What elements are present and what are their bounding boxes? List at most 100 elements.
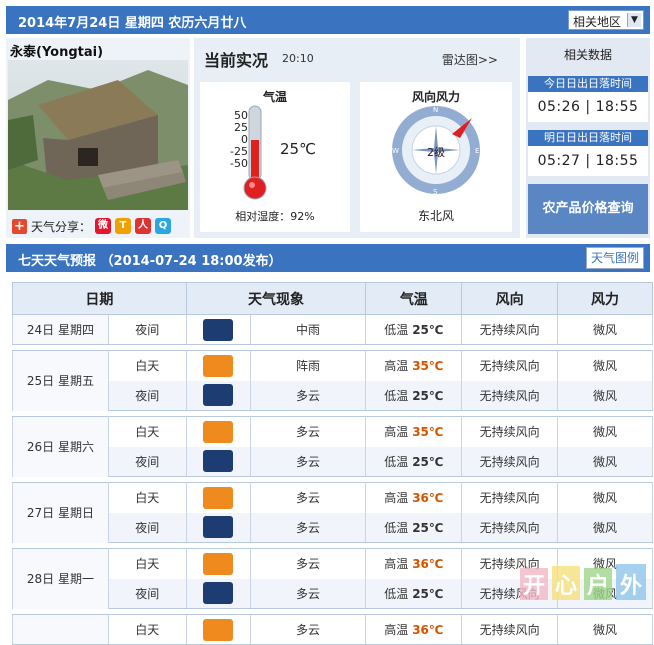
forecast-icon-cell [185, 614, 251, 645]
current-date: 2014年7月24日 星期四 农历六月廿八 [18, 16, 247, 31]
region-select[interactable]: 相关地区 ▼ [568, 10, 644, 30]
forecast-weather: 多云 [249, 380, 367, 411]
forecast-row: 24日 星期四 夜间 中雨 低温 25℃ 无持续风向 微风 [12, 314, 653, 345]
related-data-panel: 相关数据 今日日出日落时间 05:26 | 18:55 明日日出日落时间 05:… [526, 38, 650, 238]
forecast-period: 夜间 [107, 578, 187, 609]
forecast-temp: 高温 36℃ [365, 482, 463, 513]
forecast-date: 26日 星期六 [12, 416, 109, 477]
forecast-icon-cell [185, 416, 251, 447]
cloudy-night-icon [203, 384, 234, 407]
cloudy-night-icon [203, 516, 234, 539]
forecast-title: 七天天气预报 （2014-07-24 18:00发布） [18, 254, 282, 269]
forecast-row: 26日 星期六 白天 多云 高温 35℃ 无持续风向 微风 [12, 416, 653, 477]
wind-box: 风向风力 N E S W 2级 东北风 [360, 82, 512, 232]
forecast-wind-dir: 无持续风向 [461, 482, 559, 513]
forecast-date: 28日 星期一 [12, 548, 109, 609]
forecast-period: 夜间 [107, 314, 187, 345]
forecast-icon-cell [185, 446, 251, 477]
svg-text:N: N [433, 106, 438, 114]
now-time: 20:10 [282, 52, 314, 65]
forecast-weather: 多云 [249, 512, 367, 543]
forecast-wind-dir: 无持续风向 [461, 512, 559, 543]
forecast-icon-cell [185, 548, 251, 579]
forecast-temp: 低温 25℃ [365, 380, 463, 411]
watermark-char: 心 [555, 574, 577, 599]
chevron-down-icon: ▼ [627, 13, 641, 27]
col-date: 日期 [12, 282, 187, 315]
shower-icon [203, 354, 234, 377]
forecast-row: 夜间 多云低温25℃无持续风向微风 [13, 446, 653, 477]
share-bar: + 天气分享： 微 T 人 Q [12, 216, 172, 236]
forecast-wind-dir: 无持续风向 [461, 446, 559, 477]
cloudy-night-icon [203, 450, 234, 473]
wind-direction: 东北风 [417, 209, 454, 223]
cloudy-day-icon [203, 486, 234, 509]
forecast-row: 25日 星期五 白天 阵雨 高温 35℃ 无持续风向 微风 [12, 350, 653, 411]
moderate-rain-icon [203, 318, 234, 341]
forecast-row: 白天 多云 高温 36℃ 无持续风向 微风 [12, 614, 653, 645]
forecast-weather: 阵雨 [249, 350, 367, 381]
cloudy-night-icon [203, 582, 234, 605]
city-name: 永泰(Yongtai) [10, 45, 104, 60]
forecast-wind-dir: 无持续风向 [461, 380, 559, 411]
forecast-weather: 多云 [249, 614, 367, 645]
forecast-wind-force: 微风 [557, 446, 653, 477]
forecast-temp: 高温 36℃ [365, 548, 463, 579]
forecast-temp: 高温 36℃ [365, 614, 463, 645]
weather-legend-button[interactable]: 天气图例 [586, 247, 644, 269]
top-date-bar: 2014年7月24日 星期四 农历六月廿八 相关地区 ▼ [6, 6, 650, 34]
current-temperature: 25℃ [280, 140, 316, 158]
forecast-period: 白天 [107, 416, 187, 447]
radar-link[interactable]: 雷达图>> [442, 51, 498, 68]
humidity: 相对湿度：92% [235, 210, 315, 223]
temp-title: 气温 [262, 90, 287, 104]
forecast-wind-force: 微风 [557, 380, 653, 411]
watermark-char: 外 [620, 573, 642, 599]
forecast-icon-cell [185, 380, 251, 411]
now-title: 当前实况 [204, 51, 269, 70]
forecast-temp: 低温 25℃ [365, 578, 463, 609]
wind-title: 风向风力 [411, 90, 460, 104]
forecast-temp: 低温 25℃ [365, 512, 463, 543]
wind-level: 2级 [427, 146, 445, 159]
temperature-box: 气温 50 25 0 -25 -50 25℃ 相对湿度：92% [200, 82, 350, 232]
forecast-period: 白天 [107, 350, 187, 381]
forecast-icon-cell [185, 482, 251, 513]
forecast-weather: 多云 [249, 548, 367, 579]
plus-icon[interactable]: + [12, 218, 27, 234]
related-data-title: 相关数据 [563, 48, 612, 62]
forecast-date: 25日 星期五 [12, 350, 109, 411]
qzone-icon[interactable]: Q [155, 218, 172, 234]
tencent-weibo-icon[interactable]: T [115, 218, 132, 234]
forecast-header-row: 日期 天气现象 气温 风向 风力 [12, 282, 653, 315]
forecast-wind-force: 微风 [557, 482, 653, 513]
renren-icon[interactable]: 人 [135, 218, 152, 234]
forecast-icon-cell [185, 350, 251, 381]
forecast-period: 白天 [107, 614, 187, 645]
forecast-wind-force: 微风 [557, 350, 653, 381]
forecast-period: 夜间 [107, 446, 187, 477]
forecast-icon-cell [185, 578, 251, 609]
forecast-weather: 多云 [249, 416, 367, 447]
forecast-weather: 多云 [249, 482, 367, 513]
thermometer-icon [243, 105, 267, 200]
col-temp: 气温 [365, 282, 463, 315]
forecast-period: 白天 [107, 548, 187, 579]
forecast-wind-force: 微风 [557, 416, 653, 447]
forecast-wind-force: 微风 [557, 614, 653, 645]
weibo-icon[interactable]: 微 [95, 218, 112, 234]
today-sun-label: 今日日出日落时间 [528, 76, 648, 92]
share-label: 天气分享： [31, 219, 92, 234]
col-wind-dir: 风向 [461, 282, 559, 315]
svg-text:S: S [433, 188, 438, 196]
col-weather: 天气现象 [185, 282, 367, 315]
forecast-period: 夜间 [107, 512, 187, 543]
current-conditions-panel: 当前实况 20:10 雷达图>> 气温 50 25 0 -25 -50 25℃ … [194, 38, 520, 238]
tomorrow-sun-times: 05:27 | 18:55 [528, 146, 648, 176]
forecast-wind-dir: 无持续风向 [461, 350, 559, 381]
agri-price-button[interactable]: 农产品价格查询 [528, 184, 648, 234]
forecast-wind-dir: 无持续风向 [461, 416, 559, 447]
forecast-temp: 高温 35℃ [365, 416, 463, 447]
city-block: 永泰(Yongtai) + 天气分享： 微 T 人 Q [6, 38, 190, 238]
forecast-row: 27日 星期日 白天 多云 高温 36℃ 无持续风向 微风 [12, 482, 653, 543]
